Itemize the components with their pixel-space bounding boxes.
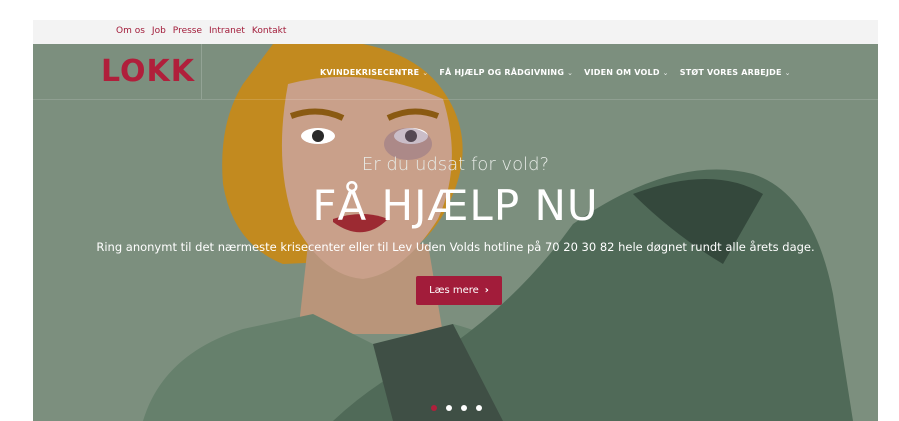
main-menu: KVINDEKRISECENTRE ⌄ FÅ HJÆLP OG RÅDGIVNIN… (320, 68, 791, 77)
link-intranet[interactable]: Intranet (209, 26, 245, 36)
lokk-logo[interactable]: LOKK (101, 54, 195, 89)
nav-item-stoet-vores-arbejde[interactable]: STØT VORES ARBEJDE ⌄ (680, 68, 791, 77)
carousel-dot[interactable] (476, 405, 482, 411)
link-job[interactable]: Job (152, 26, 166, 36)
hero-headline: FÅ HJÆLP NU (312, 181, 599, 230)
nav-item-faa-hjaelp[interactable]: FÅ HJÆLP OG RÅDGIVNING ⌄ (439, 68, 573, 77)
top-utility-bar: Om os Job Presse Intranet Kontakt (33, 20, 878, 44)
hero-subtitle: Er du udsat for vold? (361, 154, 550, 175)
nav-label: KVINDEKRISECENTRE (320, 68, 420, 77)
carousel-dot[interactable] (431, 405, 437, 411)
chevron-down-icon: ⌄ (662, 69, 669, 77)
laes-mere-button[interactable]: Læs mere › (416, 276, 502, 305)
nav-item-viden-om-vold[interactable]: VIDEN OM VOLD ⌄ (584, 68, 669, 77)
carousel-dots (431, 405, 482, 411)
link-presse[interactable]: Presse (173, 26, 202, 36)
cta-label: Læs mere (429, 285, 479, 296)
hero-banner: LOKK KVINDEKRISECENTRE ⌄ FÅ HJÆLP OG RÅDG… (33, 44, 878, 421)
hero-illustration (143, 44, 853, 421)
chevron-down-icon: ⌄ (422, 69, 429, 77)
utility-links: Om os Job Presse Intranet Kontakt (116, 26, 286, 36)
hero-description: Ring anonymt til det nærmeste krisecente… (96, 240, 815, 254)
carousel-dot[interactable] (461, 405, 467, 411)
main-navbar: LOKK KVINDEKRISECENTRE ⌄ FÅ HJÆLP OG RÅDG… (33, 44, 878, 100)
chevron-right-icon: › (484, 285, 489, 296)
nav-item-kvindekrisecentre[interactable]: KVINDEKRISECENTRE ⌄ (320, 68, 428, 77)
carousel-dot[interactable] (446, 405, 452, 411)
nav-label: FÅ HJÆLP OG RÅDGIVNING (439, 68, 565, 77)
nav-label: STØT VORES ARBEJDE (679, 68, 782, 77)
link-om-os[interactable]: Om os (116, 26, 145, 36)
chevron-down-icon: ⌄ (567, 69, 574, 77)
chevron-down-icon: ⌄ (784, 69, 791, 77)
nav-label: VIDEN OM VOLD (584, 68, 660, 77)
link-kontakt[interactable]: Kontakt (252, 26, 286, 36)
logo-divider (201, 44, 202, 99)
